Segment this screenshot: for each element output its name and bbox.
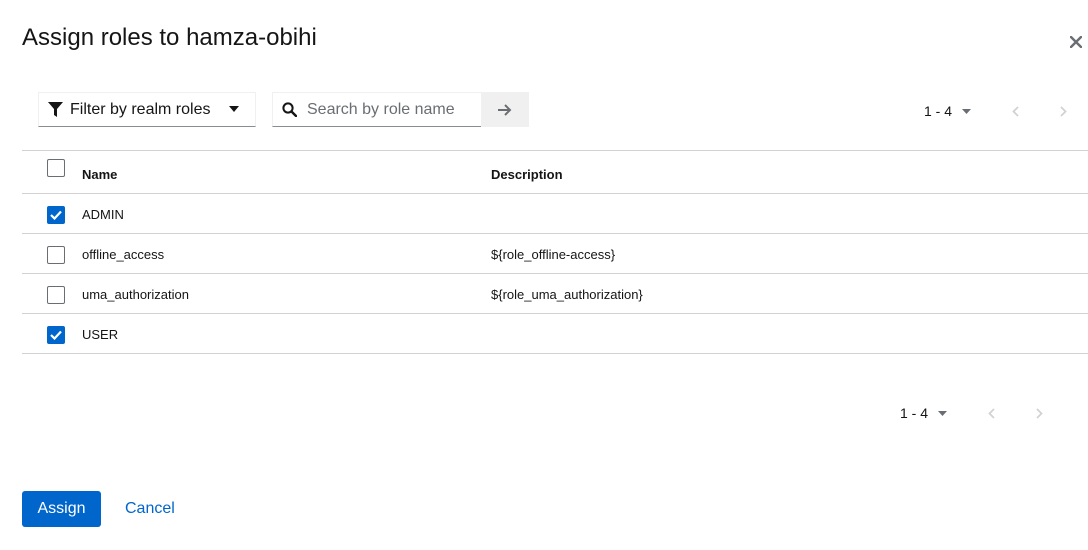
table-row: USER [22, 314, 1088, 354]
dialog-title: Assign roles to hamza-obihi [22, 24, 317, 51]
caret-down-icon [962, 108, 972, 114]
checkmark-icon [50, 210, 62, 220]
assign-button[interactable]: Assign [22, 491, 101, 527]
pagination-toggle[interactable]: 1 - 4 [900, 405, 948, 421]
next-page-button[interactable] [1029, 403, 1049, 423]
filter-label: Filter by realm roles [70, 100, 211, 118]
role-name: uma_authorization [82, 287, 189, 302]
row-checkbox[interactable] [47, 206, 65, 224]
pagination-top: 1 - 4 [924, 101, 1073, 121]
search-input[interactable] [305, 99, 479, 120]
role-description: ${role_offline-access} [491, 247, 616, 262]
column-header-description: Description [491, 167, 563, 182]
filter-dropdown[interactable]: Filter by realm roles [38, 92, 256, 127]
row-checkbox[interactable] [47, 246, 65, 264]
previous-page-button[interactable] [1005, 101, 1025, 121]
role-description: ${role_uma_authorization} [491, 287, 643, 302]
pagination-toggle[interactable]: 1 - 4 [924, 103, 972, 119]
search-field[interactable] [272, 92, 482, 127]
select-all-checkbox[interactable] [47, 159, 65, 177]
role-name: USER [82, 327, 119, 342]
table-row: offline_access ${role_offline-access} [22, 234, 1088, 274]
next-page-button[interactable] [1053, 101, 1073, 121]
table-header-row: Name Description [22, 150, 1088, 194]
table-row: ADMIN [22, 194, 1088, 234]
close-icon [1070, 36, 1082, 48]
caret-down-icon [229, 106, 239, 112]
pagination-range: 1 - 4 [924, 103, 953, 119]
filter-icon [48, 102, 63, 117]
search-submit-button[interactable] [481, 92, 529, 127]
caret-down-icon [938, 410, 948, 416]
chevron-left-icon [987, 407, 995, 419]
row-checkbox[interactable] [47, 326, 65, 344]
checkmark-icon [50, 330, 62, 340]
previous-page-button[interactable] [981, 403, 1001, 423]
column-header-name: Name [82, 167, 118, 182]
roles-table: Name Description ADMIN offline_access ${ro… [22, 150, 1088, 354]
chevron-right-icon [1035, 407, 1043, 419]
table-row: uma_authorization ${role_uma_authorizatio… [22, 274, 1088, 314]
arrow-right-icon [498, 103, 512, 116]
chevron-left-icon [1011, 105, 1019, 117]
pagination-range: 1 - 4 [900, 405, 929, 421]
role-name: offline_access [82, 247, 165, 262]
search-icon [282, 102, 297, 117]
role-name: ADMIN [82, 207, 124, 222]
cancel-button[interactable]: Cancel [125, 500, 175, 518]
close-button[interactable] [1066, 32, 1086, 52]
chevron-right-icon [1059, 105, 1067, 117]
pagination-bottom: 1 - 4 [900, 403, 1049, 423]
row-checkbox[interactable] [47, 286, 65, 304]
